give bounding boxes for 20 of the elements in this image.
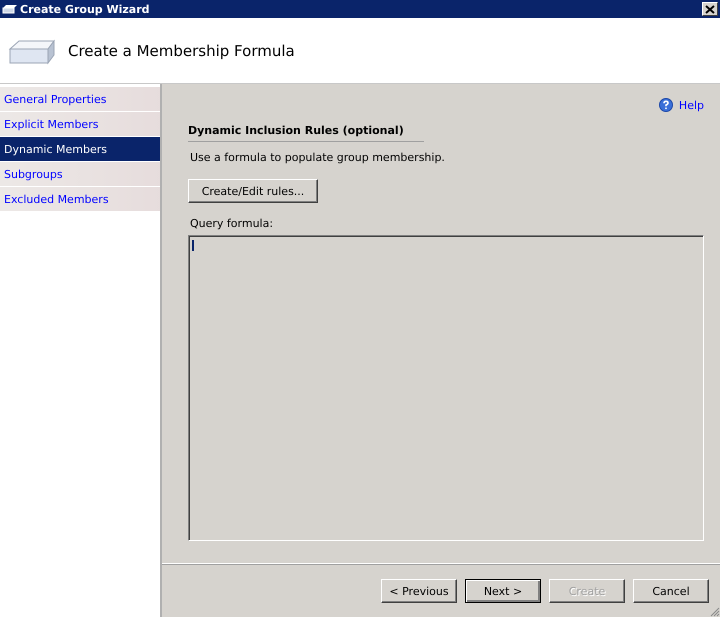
page-title: Create a Membership Formula: [68, 42, 295, 60]
sidebar-item[interactable]: Dynamic Members: [0, 137, 160, 161]
wizard-button[interactable]: < Previous: [381, 579, 457, 603]
section-heading: Dynamic Inclusion Rules (optional): [188, 124, 424, 142]
description-text: Use a formula to populate group membership.: [190, 151, 445, 164]
sidebar-item[interactable]: Excluded Members: [0, 187, 160, 211]
sidebar-item[interactable]: Explicit Members: [0, 112, 160, 136]
sidebar-item[interactable]: Subgroups: [0, 162, 160, 186]
wizard-button[interactable]: Next >: [465, 579, 541, 603]
help-link[interactable]: Help: [658, 98, 704, 112]
resize-grip-icon: [710, 607, 720, 617]
query-formula-field[interactable]: [188, 235, 704, 541]
close-button[interactable]: [702, 2, 718, 16]
help-icon: [658, 98, 673, 112]
sidebar-item[interactable]: General Properties: [0, 87, 160, 111]
create-edit-rules-button[interactable]: Create/Edit rules...: [188, 179, 318, 203]
window-title: Create Group Wizard: [20, 2, 151, 16]
field-label: Query formula:: [190, 217, 274, 230]
wizard-button[interactable]: Cancel: [633, 579, 709, 603]
box-icon: [2, 4, 18, 14]
